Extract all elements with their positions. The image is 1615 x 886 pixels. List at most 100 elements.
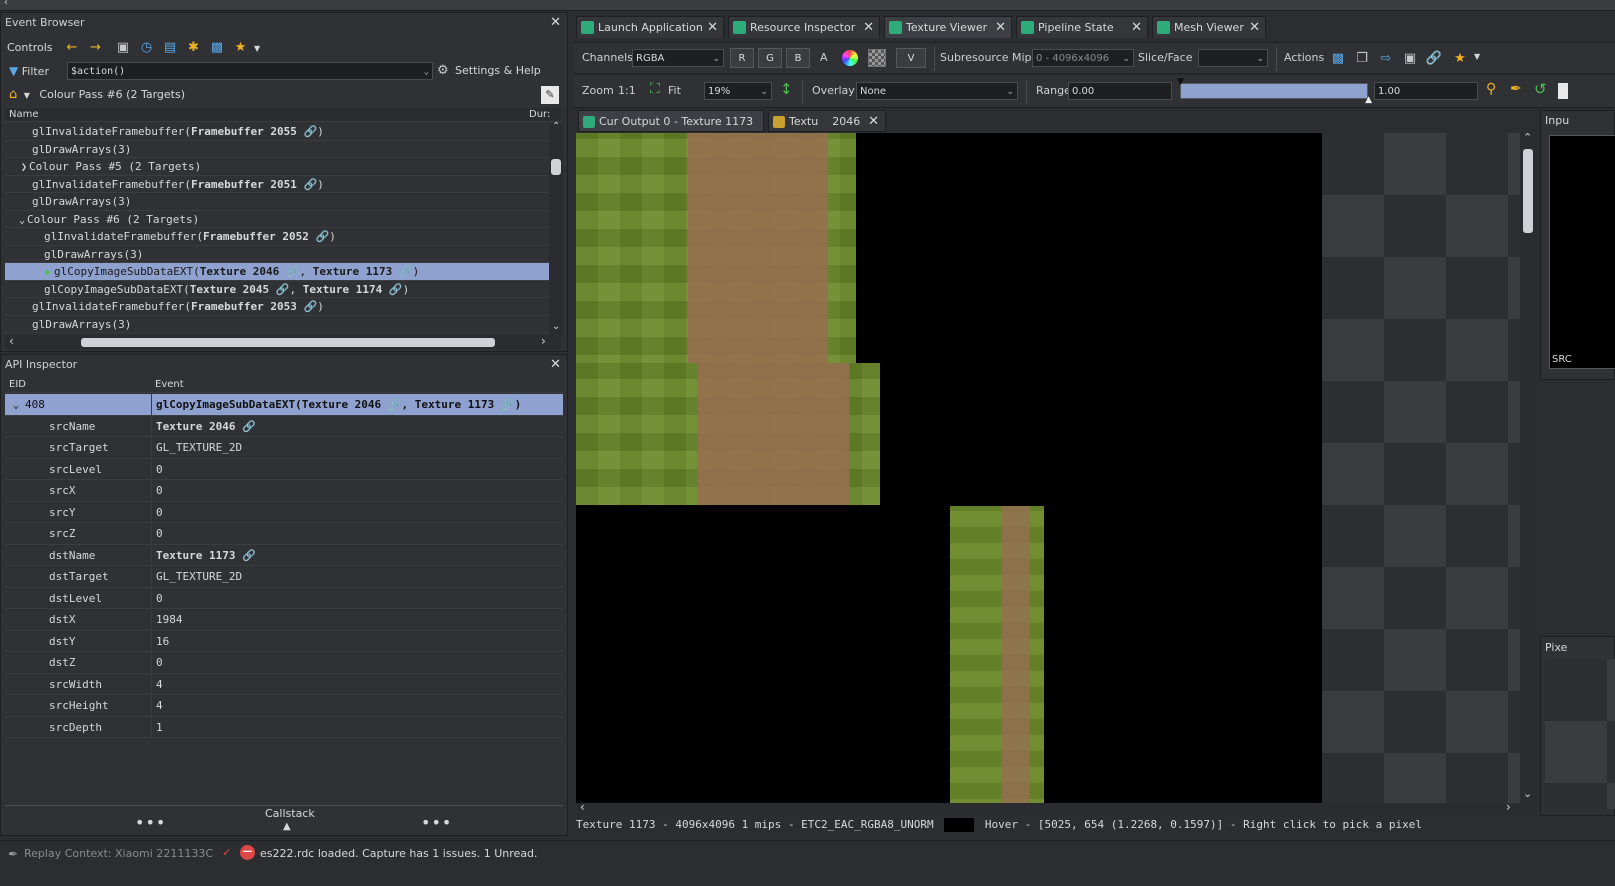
- viewport-vscrollbar[interactable]: ⌃ ⌄: [1520, 133, 1536, 815]
- close-icon[interactable]: ✕: [1131, 17, 1142, 39]
- close-icon[interactable]: ✕: [707, 17, 718, 39]
- fit-button[interactable]: Fit: [668, 84, 681, 97]
- more-icon[interactable]: •••: [135, 813, 166, 832]
- asterisk-icon[interactable]: ✱: [184, 38, 204, 58]
- scrollbar-thumb[interactable]: [81, 338, 495, 347]
- copy-icon[interactable]: ❐: [1352, 48, 1372, 68]
- channel-r-toggle[interactable]: R: [730, 48, 754, 68]
- chevron-down-icon[interactable]: ⌄: [1256, 50, 1264, 68]
- chevron-down-icon[interactable]: ⌄: [552, 321, 560, 332]
- close-icon[interactable]: ✕: [550, 355, 561, 375]
- binoculars-icon[interactable]: ▣: [113, 38, 133, 58]
- bar-chart-icon[interactable]: ▤: [160, 38, 180, 58]
- chevron-down-icon[interactable]: ⌄: [13, 400, 19, 411]
- column-name-header[interactable]: Name: [9, 108, 39, 122]
- close-icon[interactable]: ✕: [1249, 17, 1260, 39]
- link-icon[interactable]: 🔗: [242, 420, 256, 433]
- flip-vertical-icon[interactable]: ↕: [780, 80, 793, 98]
- chevron-left-icon[interactable]: ‹: [580, 800, 585, 814]
- slice-face-select[interactable]: ⌄: [1198, 49, 1268, 67]
- chevron-right-icon[interactable]: ›: [541, 334, 546, 348]
- filter-input[interactable]: $action() ⌄: [67, 62, 433, 80]
- event-list-hscrollbar[interactable]: ‹ ›: [5, 334, 561, 349]
- chevron-down-icon[interactable]: ⌄: [19, 215, 25, 226]
- link-icon[interactable]: 🔗: [501, 398, 515, 411]
- fit-icon[interactable]: ⛶: [650, 81, 660, 97]
- subtab-cur-output[interactable]: Cur Output 0 - Texture 1173: [578, 110, 764, 132]
- replay-context-label[interactable]: Replay Context: Xiaomi 2211133C: [24, 847, 213, 860]
- pixel-context-view[interactable]: [1545, 659, 1615, 809]
- zoom-range-icon[interactable]: ⚲: [1486, 81, 1496, 97]
- color-wheel-icon[interactable]: [842, 50, 858, 66]
- param-row[interactable]: srcTarget GL_TEXTURE_2D: [5, 437, 563, 459]
- chevron-down-icon[interactable]: ⌄: [424, 63, 429, 81]
- scrollbar-thumb[interactable]: [551, 159, 561, 175]
- link-icon[interactable]: 🔗: [388, 398, 402, 411]
- more-icon[interactable]: •••: [421, 813, 452, 832]
- range-min-input[interactable]: 0.00: [1068, 82, 1172, 100]
- channels-select[interactable]: RGBA ⌄: [632, 49, 724, 67]
- range-min-handle[interactable]: ▼: [1177, 77, 1184, 87]
- histogram-icon[interactable]: [1558, 83, 1568, 99]
- link-icon[interactable]: 🔗: [276, 283, 290, 296]
- range-max-handle[interactable]: ▲: [1365, 95, 1372, 105]
- tab-mesh-viewer[interactable]: Mesh Viewer ✕: [1152, 16, 1266, 38]
- param-row[interactable]: dstY 16: [5, 630, 563, 652]
- gear-icon[interactable]: ⚙: [437, 61, 449, 81]
- column-duration-header[interactable]: Dur:: [529, 108, 550, 122]
- splitter[interactable]: [5, 805, 563, 806]
- param-row[interactable]: srcX 0: [5, 480, 563, 502]
- subtab-texture-2046[interactable]: Textu 2046 ✕: [768, 110, 886, 132]
- event-row-selected[interactable]: ▶ glCopyImageSubDataEXT(Texture 2046 🔗, T…: [5, 263, 549, 281]
- tab-launch-application[interactable]: Launch Application ✕: [576, 16, 724, 38]
- event-row[interactable]: glCopyImageSubDataEXT(Texture 2045 🔗, Te…: [5, 281, 549, 298]
- tab-pipeline-state[interactable]: Pipeline State ✕: [1016, 16, 1148, 38]
- breadcrumb-item[interactable]: Colour Pass #6 (2 Targets): [39, 88, 185, 101]
- link-icon[interactable]: 🔗: [1424, 48, 1444, 68]
- export-icon[interactable]: ⇨: [1376, 48, 1396, 68]
- chevron-down-icon[interactable]: ⌄: [712, 50, 720, 68]
- save-icon[interactable]: ▩: [207, 38, 227, 58]
- texture-viewport[interactable]: ⌃ ⌄ ‹ ›: [576, 133, 1536, 815]
- arrow-right-icon[interactable]: →: [86, 38, 106, 58]
- chevron-up-icon[interactable]: ⌃: [552, 121, 560, 132]
- error-icon[interactable]: —: [240, 845, 255, 860]
- event-row-marker[interactable]: ❯ Colour Pass #5 (2 Targets): [5, 158, 549, 176]
- chevron-down-icon[interactable]: ▼: [254, 44, 260, 53]
- callstack-label[interactable]: Callstack: [265, 807, 315, 820]
- link-icon[interactable]: 🔗: [304, 300, 318, 313]
- zoom-select[interactable]: 19% ⌄: [704, 82, 772, 100]
- param-row[interactable]: srcName Texture 2046 🔗: [5, 415, 563, 437]
- zoom-1to1-button[interactable]: 1:1: [618, 84, 636, 97]
- reset-range-icon[interactable]: ↺: [1534, 80, 1547, 98]
- event-row[interactable]: glInvalidateFramebuffer(Framebuffer 2053…: [5, 298, 549, 316]
- chevron-left-icon[interactable]: ‹: [9, 334, 14, 348]
- chevron-down-icon[interactable]: ⌄: [760, 83, 768, 101]
- param-row[interactable]: dstZ 0: [5, 652, 563, 674]
- save-icon[interactable]: ▩: [1328, 48, 1348, 68]
- settings-help-button[interactable]: Settings & Help: [455, 61, 541, 81]
- link-icon[interactable]: 🔗: [242, 549, 256, 562]
- event-row[interactable]: glDrawArrays(3): [5, 316, 549, 333]
- close-icon[interactable]: ✕: [863, 17, 874, 39]
- column-eid-header[interactable]: EID: [9, 377, 26, 393]
- event-row[interactable]: glDrawArrays(3): [5, 246, 549, 263]
- scrollbar-thumb[interactable]: [1523, 149, 1533, 233]
- chevron-down-icon[interactable]: ⌄: [1523, 787, 1532, 800]
- api-event-row[interactable]: ⌄ 408 glCopyImageSubDataEXT(Texture 2046 …: [5, 394, 563, 416]
- range-max-input[interactable]: 1.00: [1374, 82, 1478, 100]
- link-icon[interactable]: 🔗: [304, 178, 318, 191]
- range-slider[interactable]: ▼ ▲: [1177, 77, 1372, 105]
- param-row[interactable]: dstX 1984: [5, 609, 563, 631]
- param-row[interactable]: srcWidth 4: [5, 673, 563, 695]
- chevron-down-icon[interactable]: ⌄: [1122, 50, 1130, 68]
- channel-a-toggle[interactable]: A: [820, 51, 828, 64]
- link-icon[interactable]: 🔗: [316, 230, 330, 243]
- chevron-down-icon[interactable]: ⌄: [1006, 83, 1014, 101]
- chevron-up-icon[interactable]: ▲: [283, 821, 291, 832]
- edit-icon[interactable]: ✎: [541, 86, 559, 104]
- back-arrow-icon[interactable]: ‹: [4, 0, 8, 8]
- channel-b-toggle[interactable]: B: [786, 48, 810, 68]
- chevron-right-icon[interactable]: ❯: [21, 162, 27, 173]
- home-icon[interactable]: ⌂: [9, 87, 17, 102]
